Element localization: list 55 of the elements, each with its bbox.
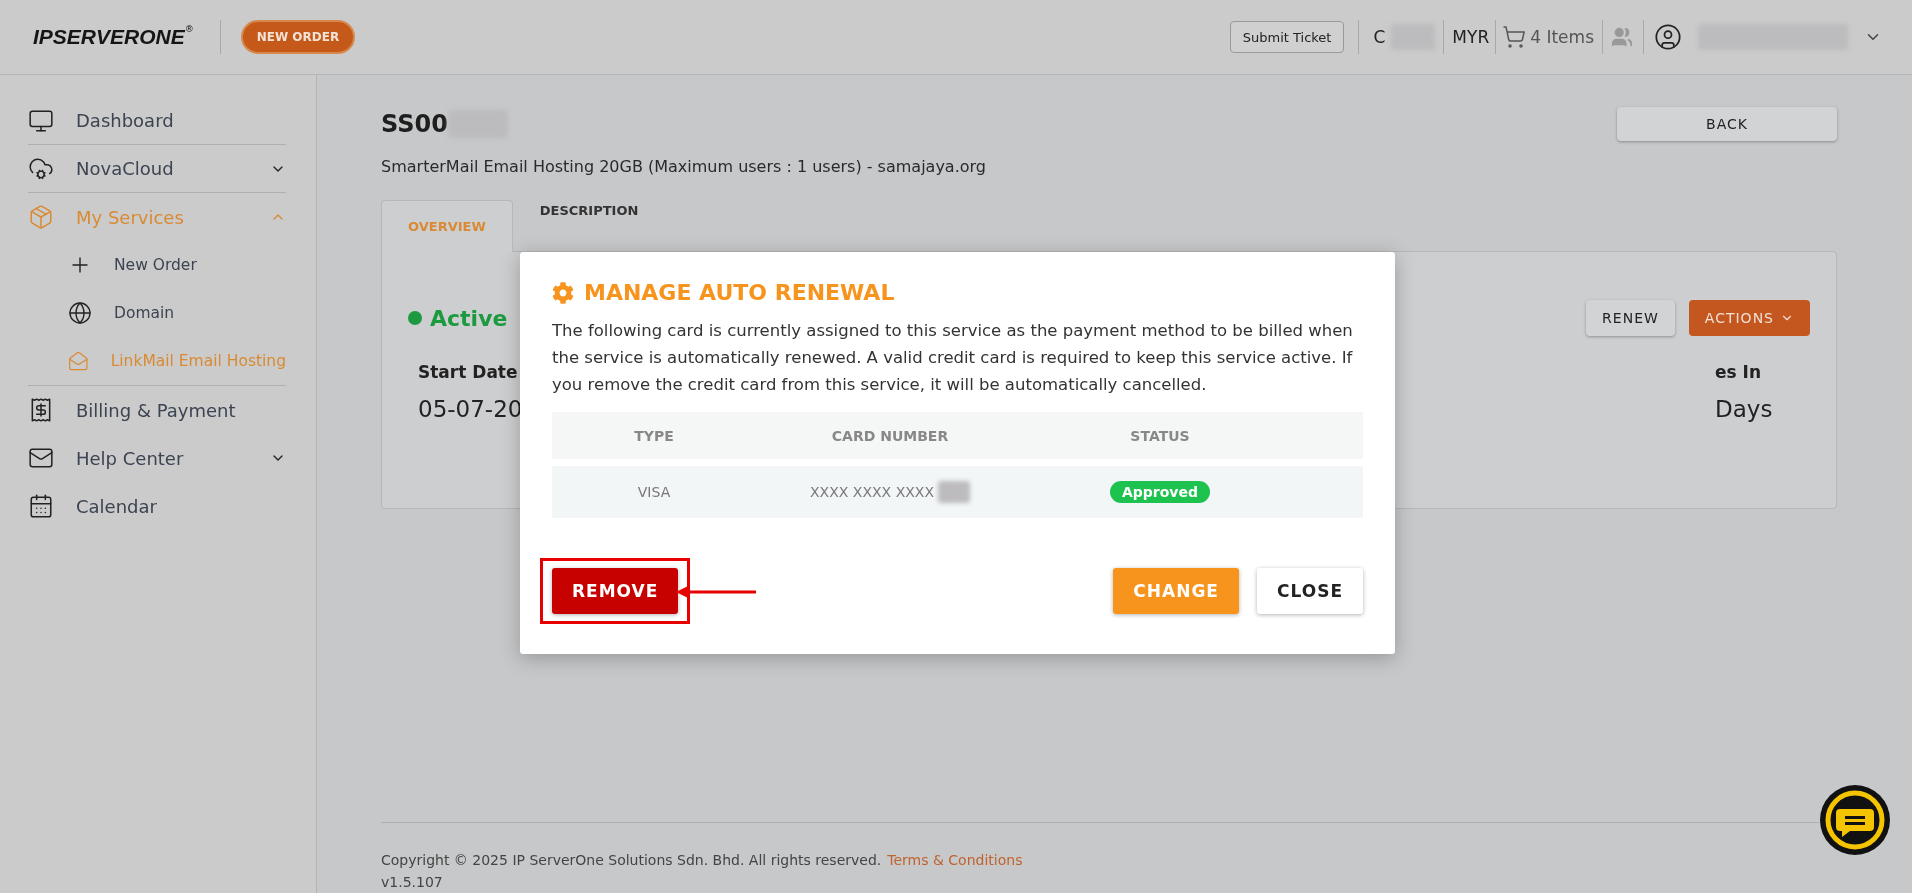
- tab[interactable]: DESCRIPTION: [512, 192, 666, 236]
- field-label: Start Date: [418, 362, 519, 382]
- sidebar-label: Calendar: [76, 495, 158, 517]
- monitor-icon: [28, 107, 54, 134]
- sidebar-label: LinkMail Email Hosting: [110, 352, 286, 370]
- cart-link[interactable]: 4 Items: [1502, 25, 1594, 49]
- back-button[interactable]: BACK: [1617, 107, 1837, 141]
- logo[interactable]: IPSERVERONE: [33, 25, 185, 49]
- sidebar-item[interactable]: Help Center: [28, 434, 286, 482]
- sidebar-item[interactable]: Calendar: [28, 482, 286, 530]
- sidebar-subitem[interactable]: New Order: [28, 241, 286, 289]
- redacted-text: [938, 481, 970, 503]
- user-icon[interactable]: [1654, 23, 1682, 51]
- dialog-title: MANAGE AUTO RENEWAL: [584, 280, 895, 305]
- gear-icon: [552, 281, 574, 304]
- new-order-button[interactable]: NEW ORDER: [240, 20, 356, 54]
- status-label: Active: [408, 305, 508, 331]
- column-header: CARD NUMBER: [831, 427, 949, 444]
- box-icon: [28, 204, 54, 230]
- sidebar-item[interactable]: Billing & Payment: [28, 386, 286, 434]
- account-name: C: [1373, 27, 1386, 47]
- table-cell: XXXX XXXX XXXX: [810, 484, 934, 500]
- sidebar-label: NovaCloud: [76, 158, 175, 179]
- copyright-text: Copyright © 2025 IP ServerOne Solutions Sdn. Bhd. All rights reserved.: [381, 852, 882, 868]
- table-cell: VISA: [637, 484, 671, 500]
- field-value: Days: [1715, 396, 1774, 422]
- calendar-icon: [28, 493, 54, 519]
- sidebar-item[interactable]: NovaCloud: [28, 145, 286, 193]
- field-value: 05-07-20: [418, 396, 524, 422]
- submit-ticket-button[interactable]: Submit Ticket: [1229, 21, 1345, 53]
- sidebar-label: Help Center: [76, 447, 185, 469]
- status-badge: Approved: [1109, 481, 1210, 503]
- sidebar-label: Dashboard: [76, 110, 175, 131]
- actions-button[interactable]: ACTIONS: [1688, 300, 1810, 336]
- sidebar-item[interactable]: Dashboard: [28, 97, 286, 145]
- service-title: SS00: [381, 110, 448, 138]
- remove-button[interactable]: REMOVE: [552, 568, 679, 614]
- sidebar-label: New Order: [114, 256, 197, 274]
- currency[interactable]: MYR: [1452, 27, 1490, 47]
- cart-icon: [1502, 25, 1527, 49]
- field-label: es In: [1715, 362, 1762, 382]
- column-header: TYPE: [634, 427, 674, 444]
- sidebar-label: Billing & Payment: [76, 399, 237, 421]
- version-text: v1.5.107: [381, 874, 443, 890]
- close-button[interactable]: CLOSE: [1257, 568, 1363, 614]
- sidebar-label: My Services: [76, 206, 185, 228]
- registered-mark: ®: [184, 24, 194, 34]
- sidebar-label: Domain: [114, 304, 175, 322]
- mail-icon: [68, 349, 89, 373]
- renew-button[interactable]: RENEW: [1586, 300, 1675, 336]
- dialog-text: The following card is currently assigned to this service as the payment method to be billed when the service is automatically renewed. A valid credit card is required to keep this service active. If you remove the credit card from this service, it will be automatically cancelled.: [552, 320, 1354, 396]
- column-header: STATUS: [1130, 427, 1190, 444]
- globe-icon: [68, 301, 92, 325]
- service-subtitle: SmarterMail Email Hosting 20GB (Maximum users : 1 users) - samajaya.org: [381, 157, 987, 176]
- sidebar-subitem[interactable]: Domain: [28, 289, 286, 337]
